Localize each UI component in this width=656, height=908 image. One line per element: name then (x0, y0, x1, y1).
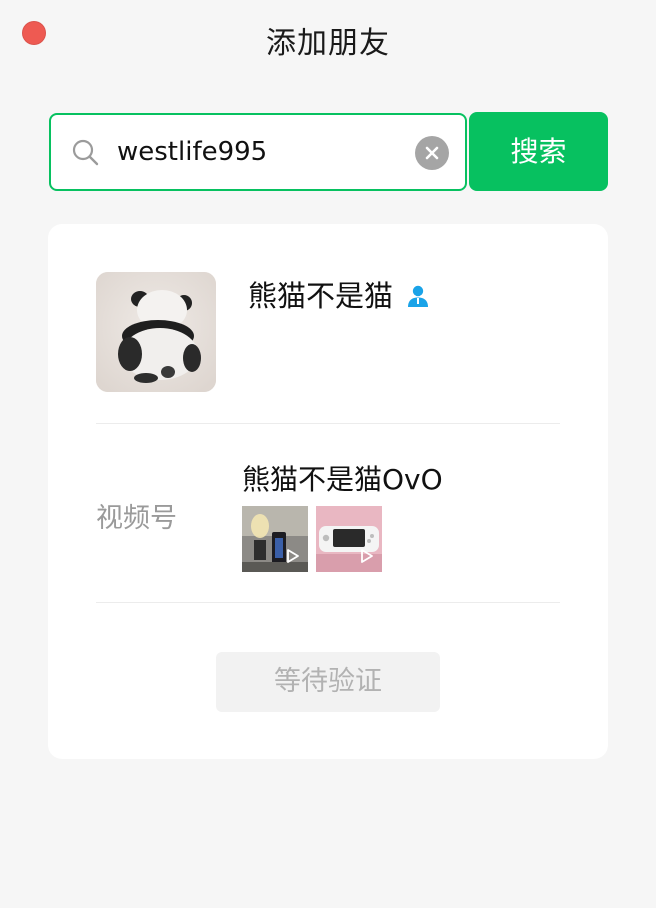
search-input[interactable]: westlife995 (49, 113, 467, 191)
channel-video-thumbnail[interactable] (242, 506, 308, 572)
nickname-row: 熊猫不是猫 (248, 276, 431, 316)
avatar[interactable] (96, 272, 216, 392)
clear-icon (425, 146, 439, 160)
channel-thumbnails (242, 506, 382, 572)
person-icon (408, 285, 429, 307)
window-title: 添加朋友 (266, 26, 390, 61)
nickname: 熊猫不是猫 (248, 279, 394, 313)
panda-avatar-image (96, 272, 216, 392)
channel-name[interactable]: 熊猫不是猫OvO (242, 458, 443, 498)
divider (96, 423, 560, 424)
search-icon (72, 139, 99, 166)
add-friend-window: 添加朋友 westlife995 搜索 熊猫不是猫 视频号 熊猫不是猫OvO 等… (0, 0, 656, 908)
search-button[interactable]: 搜索 (469, 112, 608, 191)
pending-verification-button: 等待验证 (216, 652, 440, 712)
search-result-card: 熊猫不是猫 视频号 熊猫不是猫OvO 等待验证 (48, 224, 608, 759)
clear-search-button[interactable] (415, 136, 449, 170)
channels-label: 视频号 (96, 503, 177, 534)
divider (96, 602, 560, 603)
search-input-value[interactable]: westlife995 (117, 135, 267, 169)
channel-video-thumbnail[interactable] (316, 506, 382, 572)
play-icon (361, 549, 373, 563)
play-icon (287, 549, 299, 563)
